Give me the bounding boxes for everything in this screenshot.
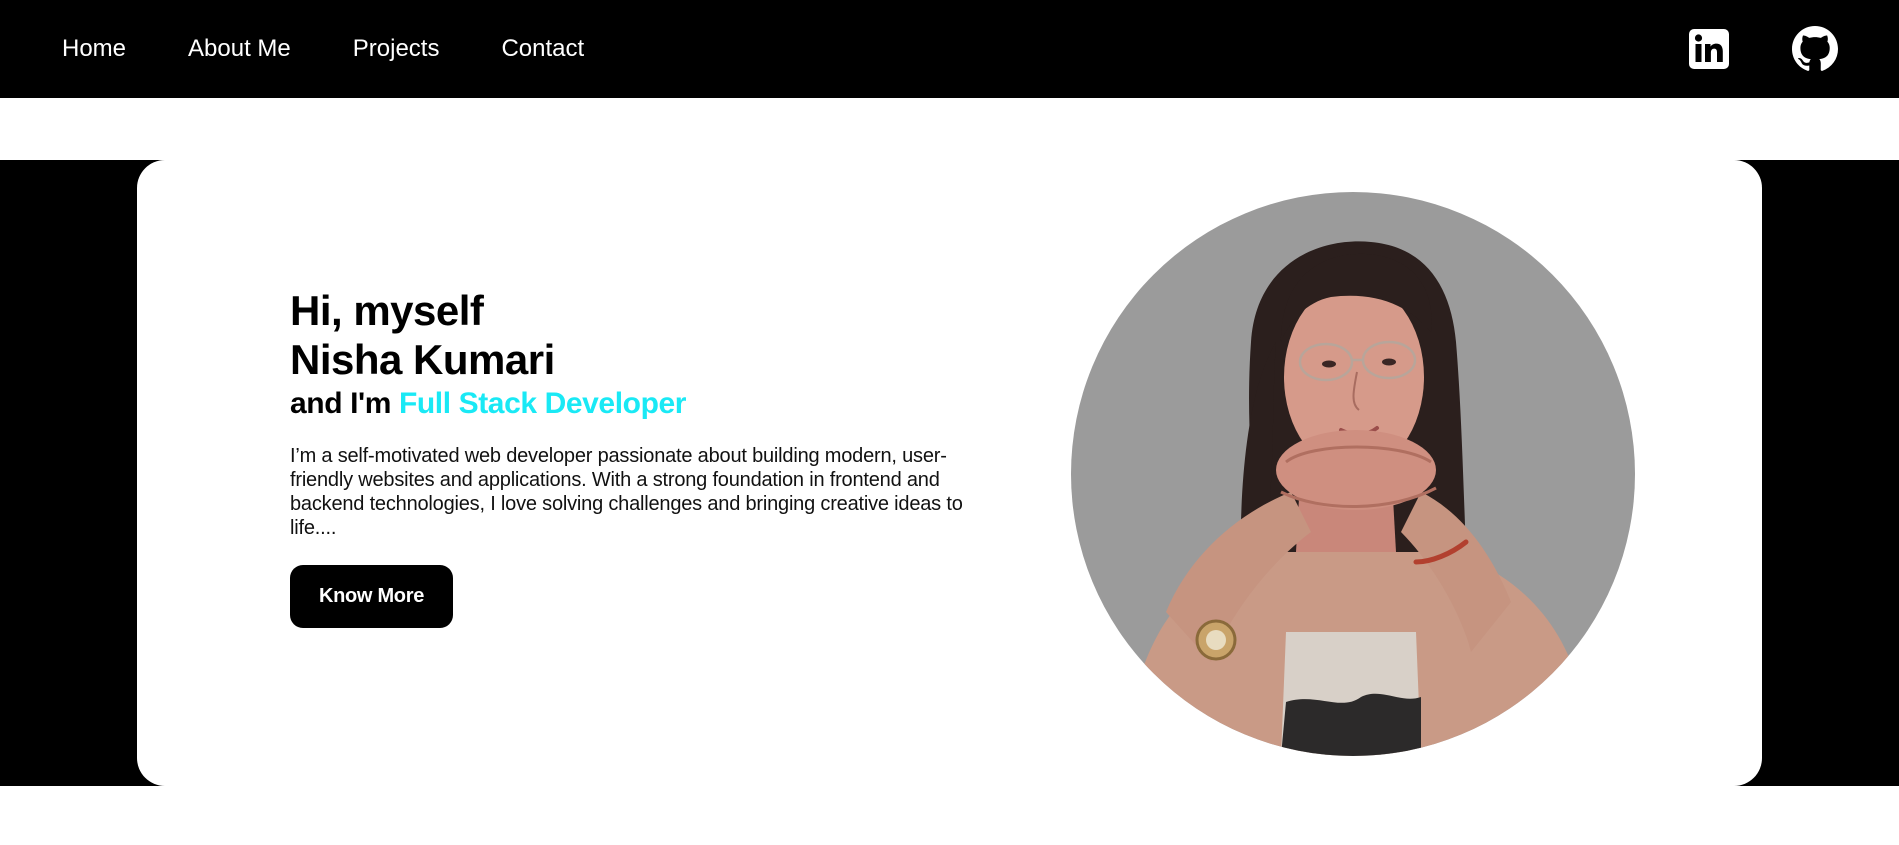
nav-link-home[interactable]: Home (62, 35, 126, 63)
hero-greeting: Hi, myself (290, 287, 484, 334)
nav-link-projects[interactable]: Projects (353, 35, 440, 63)
know-more-button[interactable]: Know More (290, 565, 453, 628)
nav-links: Home About Me Projects Contact (62, 35, 646, 63)
hero-name: Nisha Kumari (290, 336, 555, 383)
nav-link-about-me[interactable]: About Me (188, 35, 291, 63)
github-icon[interactable] (1792, 26, 1838, 72)
hero-bio: I’m a self-motivated web developer passi… (290, 445, 963, 539)
hero-card: Hi, myself Nisha Kumari and I'm Full Sta… (137, 160, 1762, 786)
hero-text: Hi, myself Nisha Kumari and I'm Full Sta… (290, 286, 1002, 628)
linkedin-icon[interactable] (1689, 26, 1735, 72)
nav-link-contact[interactable]: Contact (501, 35, 584, 63)
hero-role-line: and I'm Full Stack Developer (290, 384, 1002, 424)
social-icons (1689, 26, 1838, 72)
top-navbar: Home About Me Projects Contact (0, 0, 1899, 98)
profile-photo (1071, 192, 1635, 756)
role-prefix: and I'm (290, 387, 392, 420)
role-highlight: Full Stack Developer (398, 387, 687, 420)
